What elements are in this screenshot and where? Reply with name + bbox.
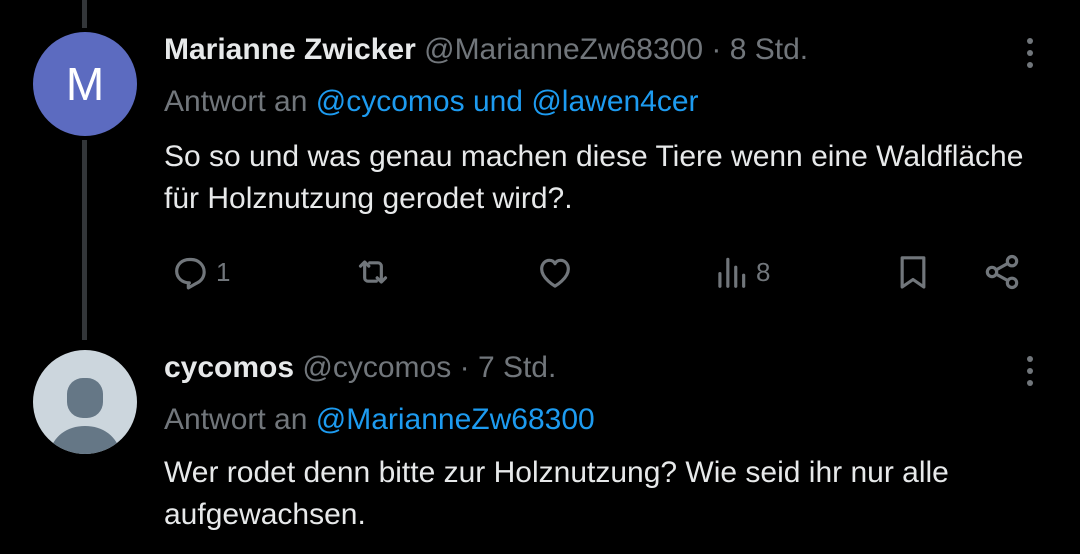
tweet-marianne[interactable]: M Marianne Zwicker @MarianneZw68300 · 8 … [0,0,1080,330]
reply-count: 1 [216,256,231,287]
reply-mention-cycomos[interactable]: @cycomos [316,85,465,118]
tweet-header: Marianne Zwicker @MarianneZw68300 · 8 St… [164,32,808,68]
tweet-cycomos[interactable]: cycomos @cycomos · 7 Std. Antwort an @Ma… [0,340,1080,554]
reply-button[interactable]: 1 [170,252,230,292]
tweet-text: Wer rodet denn bitte zur Holznutzung? Wi… [164,456,949,531]
separator-dot: · [711,33,722,66]
tweet-text: So so und was genau machen diese Tiere w… [164,140,1024,215]
bookmark-icon [900,256,926,289]
reply-mention-lawen4cer[interactable]: @lawen4cer [531,85,698,118]
reply-to-line: Antwort an @MarianneZw68300 [164,402,595,438]
retweet-button[interactable] [352,252,394,292]
share-button[interactable] [982,252,1022,292]
bookmark-button[interactable] [893,252,933,292]
user-handle[interactable]: @MarianneZw68300 [424,33,703,66]
display-name[interactable]: cycomos [164,351,294,384]
heart-icon [540,258,570,288]
more-vertical-icon[interactable] [1024,38,1036,68]
views-icon [718,257,746,288]
separator-dot: · [459,351,470,384]
reply-prefix: Antwort an [164,403,308,436]
reply-icon [175,257,206,290]
timestamp[interactable]: 7 Std. [478,351,556,384]
default-avatar-icon [49,378,121,454]
views-count: 8 [756,256,771,287]
share-icon [985,254,1019,290]
like-button[interactable] [535,252,575,292]
retweet-icon [358,260,388,284]
avatar-letter: M [65,58,105,110]
reply-joiner: und [472,85,523,118]
reply-mention-mariannezw68300[interactable]: @MarianneZw68300 [316,403,595,436]
views-button[interactable]: 8 [712,252,770,292]
reply-prefix: Antwort an [164,85,308,118]
avatar[interactable] [33,350,137,454]
action-bar: 1 8 [0,246,1080,294]
avatar[interactable]: M [33,32,137,136]
timestamp[interactable]: 8 Std. [730,33,808,66]
user-handle[interactable]: @cycomos [302,351,451,384]
tweet-header: cycomos @cycomos · 7 Std. [164,350,556,386]
more-vertical-icon[interactable] [1024,356,1036,386]
display-name[interactable]: Marianne Zwicker [164,33,416,66]
reply-to-line: Antwort an @cycomos und @lawen4cer [164,84,699,120]
